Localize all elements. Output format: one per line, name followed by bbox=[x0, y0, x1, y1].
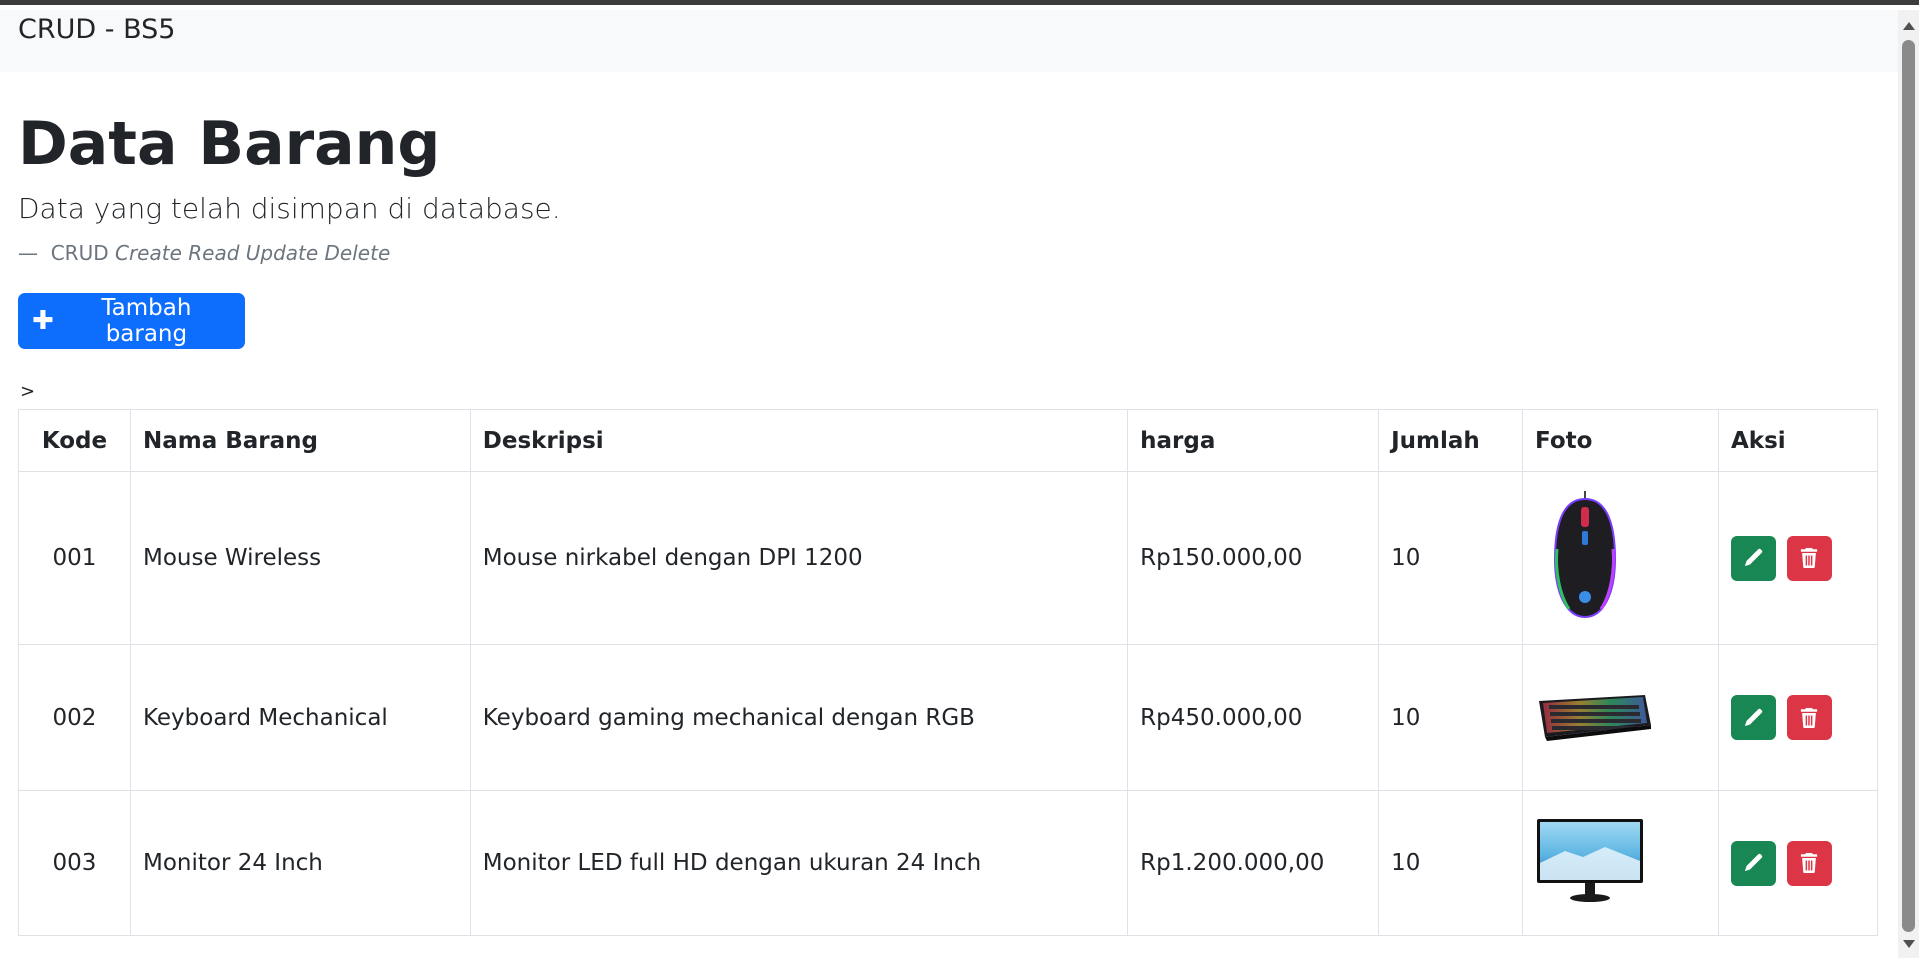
cell-harga: Rp1.200.000,00 bbox=[1127, 790, 1380, 936]
trash-icon bbox=[1801, 853, 1818, 873]
navbar: CRUD - BS5 bbox=[0, 10, 1898, 72]
table-row: 002 Keyboard Mechanical Keyboard gaming … bbox=[18, 644, 1879, 791]
blockquote-footer: — CRUD Create Read Update Delete bbox=[18, 241, 390, 265]
cell-deskripsi: Keyboard gaming mechanical dengan RGB bbox=[469, 644, 1129, 791]
pencil-icon bbox=[1745, 548, 1763, 567]
delete-button[interactable] bbox=[1786, 840, 1832, 886]
mouse-photo bbox=[1554, 491, 1617, 619]
cell-aksi bbox=[1717, 471, 1879, 645]
cell-harga: Rp450.000,00 bbox=[1127, 644, 1380, 791]
cell-harga: Rp150.000,00 bbox=[1127, 471, 1380, 645]
edit-button[interactable] bbox=[1730, 695, 1776, 740]
delete-button[interactable] bbox=[1786, 695, 1832, 740]
cell-foto bbox=[1522, 644, 1719, 791]
cell-foto bbox=[1522, 790, 1719, 936]
cell-jumlah: 10 bbox=[1378, 644, 1524, 791]
quote-cite: Create Read Update Delete bbox=[114, 241, 391, 265]
pencil-icon bbox=[1745, 853, 1763, 872]
navbar-brand[interactable]: CRUD - BS5 bbox=[18, 14, 175, 45]
edit-button[interactable] bbox=[1730, 840, 1776, 886]
trash-icon bbox=[1801, 707, 1818, 728]
cell-kode: 002 bbox=[18, 644, 131, 791]
scrollbar-thumb[interactable] bbox=[1902, 40, 1915, 932]
header-harga: harga bbox=[1127, 409, 1380, 472]
header-jumlah: Jumlah bbox=[1378, 409, 1524, 472]
table-header-row: Kode Nama Barang Deskripsi harga Jumlah … bbox=[18, 409, 1879, 472]
add-item-button[interactable]: ✚ Tambah barang bbox=[18, 293, 245, 349]
scroll-up-arrow-icon[interactable] bbox=[1903, 22, 1915, 30]
monitor-photo bbox=[1537, 819, 1644, 902]
header-foto: Foto bbox=[1522, 409, 1719, 472]
header-kode: Kode bbox=[18, 409, 131, 472]
cell-aksi bbox=[1717, 790, 1879, 936]
cell-nama: Keyboard Mechanical bbox=[129, 644, 471, 791]
cell-deskripsi: Monitor LED full HD dengan ukuran 24 Inc… bbox=[469, 790, 1129, 936]
header-nama-barang: Nama Barang bbox=[129, 409, 471, 472]
cell-kode: 001 bbox=[18, 471, 131, 645]
trash-icon bbox=[1801, 548, 1818, 568]
header-aksi: Aksi bbox=[1717, 409, 1879, 472]
keyboard-photo bbox=[1539, 694, 1652, 741]
cell-nama: Mouse Wireless bbox=[129, 471, 471, 645]
page-title: Data Barang bbox=[18, 109, 441, 179]
page-lead: Data yang telah disimpan di database. bbox=[18, 192, 561, 225]
items-table: Kode Nama Barang Deskripsi harga Jumlah … bbox=[18, 409, 1879, 936]
cell-nama: Monitor 24 Inch bbox=[129, 790, 471, 936]
cell-deskripsi: Mouse nirkabel dengan DPI 1200 bbox=[469, 471, 1129, 645]
edit-button[interactable] bbox=[1730, 535, 1776, 581]
cell-kode: 003 bbox=[18, 790, 131, 936]
stray-text: > bbox=[20, 381, 36, 402]
quote-source: CRUD bbox=[50, 241, 109, 265]
pencil-icon bbox=[1745, 708, 1763, 726]
header-deskripsi: Deskripsi bbox=[469, 409, 1129, 472]
cell-aksi bbox=[1717, 644, 1879, 791]
scroll-down-arrow-icon[interactable] bbox=[1903, 940, 1915, 948]
table-row: 001 Mouse Wireless Mouse nirkabel dengan… bbox=[18, 471, 1879, 645]
table-row: 003 Monitor 24 Inch Monitor LED full HD … bbox=[18, 790, 1879, 936]
quote-dash: — bbox=[18, 241, 38, 265]
vertical-scrollbar[interactable] bbox=[1898, 10, 1919, 958]
delete-button[interactable] bbox=[1786, 535, 1832, 581]
add-item-label: Tambah barang bbox=[101, 295, 192, 347]
cell-jumlah: 10 bbox=[1378, 471, 1524, 645]
plus-icon: ✚ bbox=[32, 306, 54, 336]
cell-foto bbox=[1522, 471, 1719, 645]
cell-jumlah: 10 bbox=[1378, 790, 1524, 936]
